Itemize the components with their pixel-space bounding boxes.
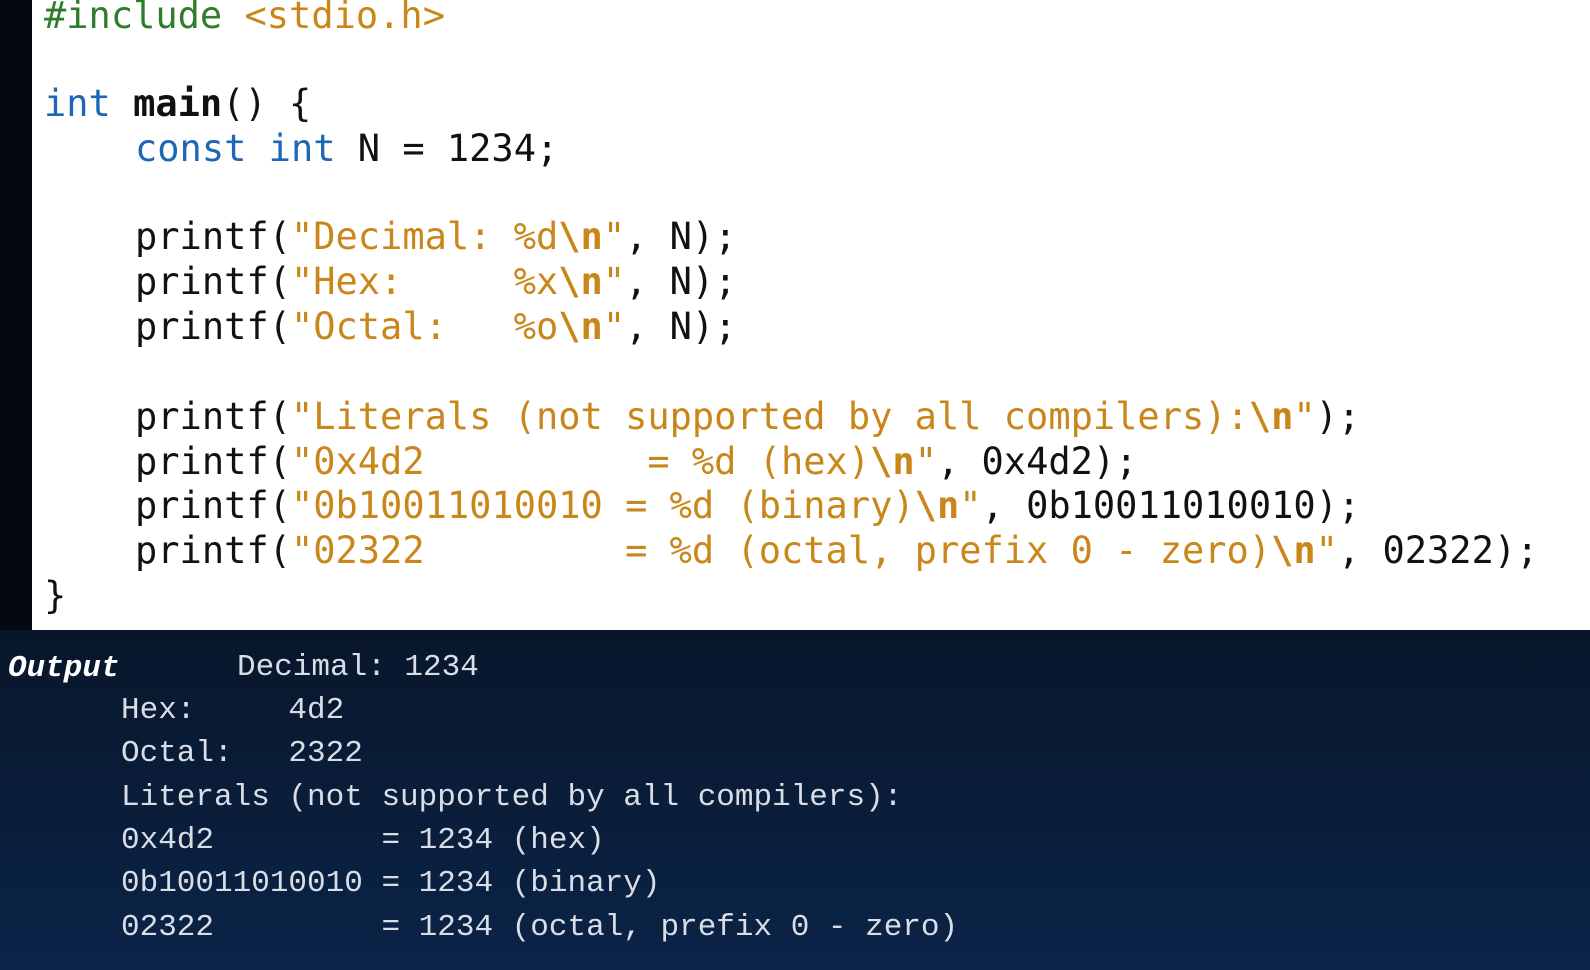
code-line-printf-hex-literal: printf("0x4d2 = %d (hex)\n", 0x4d2);	[44, 440, 1137, 484]
output-panel: Output Decimal: 1234 Hex: 4d2 Octal: 232…	[0, 630, 1590, 970]
include-directive: #include	[44, 0, 223, 37]
escape-newline: \n	[1271, 529, 1316, 572]
format-string: "0b10011010010 = %d (binary)	[290, 484, 915, 527]
string-close-quote: "	[602, 215, 626, 258]
escape-newline: \n	[870, 440, 915, 483]
escape-newline: \n	[914, 484, 960, 527]
include-header: <stdio.h>	[222, 0, 445, 37]
escape-newline: \n	[1248, 395, 1294, 438]
closing-brace: }	[44, 574, 67, 617]
string-close-quote: "	[1315, 529, 1338, 572]
printf-call: printf(	[135, 260, 291, 303]
format-string: "Decimal: %d	[290, 215, 559, 258]
output-title: Output	[8, 651, 120, 686]
code-line-printf-octal-literal: printf("02322 = %d (octal, prefix 0 - ze…	[44, 529, 1538, 573]
main-function-name: main	[133, 82, 223, 125]
output-line-binary-literal: 0b10011010010 = 1234 (binary)	[121, 866, 661, 901]
printf-call: printf(	[135, 395, 291, 438]
main-signature-rest: () {	[222, 82, 312, 125]
format-string: "02322 = %d (octal, prefix 0 - zero)	[290, 529, 1272, 572]
code-editor: #include <stdio.h> int main() { const in…	[32, 0, 1590, 630]
code-line-closing-brace: }	[44, 574, 66, 618]
string-close-quote: "	[1293, 395, 1316, 438]
string-close-quote: "	[602, 260, 626, 303]
printf-args: , 0b10011010010);	[981, 484, 1361, 527]
printf-args: , 0x4d2);	[936, 440, 1138, 483]
format-string: "Literals (not supported by all compiler…	[290, 395, 1249, 438]
code-line-main: int main() {	[44, 82, 311, 126]
code-line-printf-octal: printf("Octal: %o\n", N);	[44, 305, 736, 349]
string-close-quote: "	[959, 484, 982, 527]
printf-call: printf(	[135, 305, 291, 348]
const-declaration: N = 1234;	[335, 127, 559, 170]
output-line-hex: Hex: 4d2	[121, 693, 345, 728]
printf-args: , N);	[625, 215, 737, 258]
code-line-include: #include <stdio.h>	[44, 0, 445, 38]
const-keyword: const	[135, 127, 247, 170]
printf-call: printf(	[135, 529, 291, 572]
string-close-quote: "	[602, 305, 626, 348]
printf-call: printf(	[135, 484, 291, 527]
main-return-type: int	[44, 82, 111, 125]
output-line-octal: Octal: 2322	[121, 736, 363, 771]
printf-call: printf(	[135, 440, 291, 483]
const-type: int	[268, 127, 336, 170]
escape-newline: \n	[558, 305, 603, 348]
code-line-printf-literals: printf("Literals (not supported by all c…	[44, 395, 1360, 439]
code-line-printf-hex: printf("Hex: %x\n", N);	[44, 260, 736, 304]
format-string: "Hex: %x	[290, 260, 559, 303]
code-line-printf-decimal: printf("Decimal: %d\n", N);	[44, 215, 736, 259]
output-line-literals: Literals (not supported by all compilers…	[121, 780, 903, 815]
code-line-printf-binary-literal: printf("0b10011010010 = %d (binary)\n", …	[44, 484, 1360, 528]
output-line-octal-literal: 02322 = 1234 (octal, prefix 0 - zero)	[121, 910, 959, 945]
printf-args: , N);	[625, 260, 737, 303]
printf-args: );	[1315, 395, 1361, 438]
printf-args: , 02322);	[1337, 529, 1539, 572]
format-string: "Octal: %o	[290, 305, 559, 348]
escape-newline: \n	[558, 260, 603, 303]
escape-newline: \n	[558, 215, 603, 258]
output-line-hex-literal: 0x4d2 = 1234 (hex)	[121, 823, 605, 858]
printf-call: printf(	[135, 215, 291, 258]
string-close-quote: "	[914, 440, 937, 483]
left-margin-strip	[0, 0, 32, 630]
printf-args: , N);	[625, 305, 737, 348]
format-string: "0x4d2 = %d (hex)	[290, 440, 871, 483]
code-line-const: const int N = 1234;	[44, 127, 558, 171]
output-line-decimal: Decimal: 1234	[237, 650, 479, 685]
